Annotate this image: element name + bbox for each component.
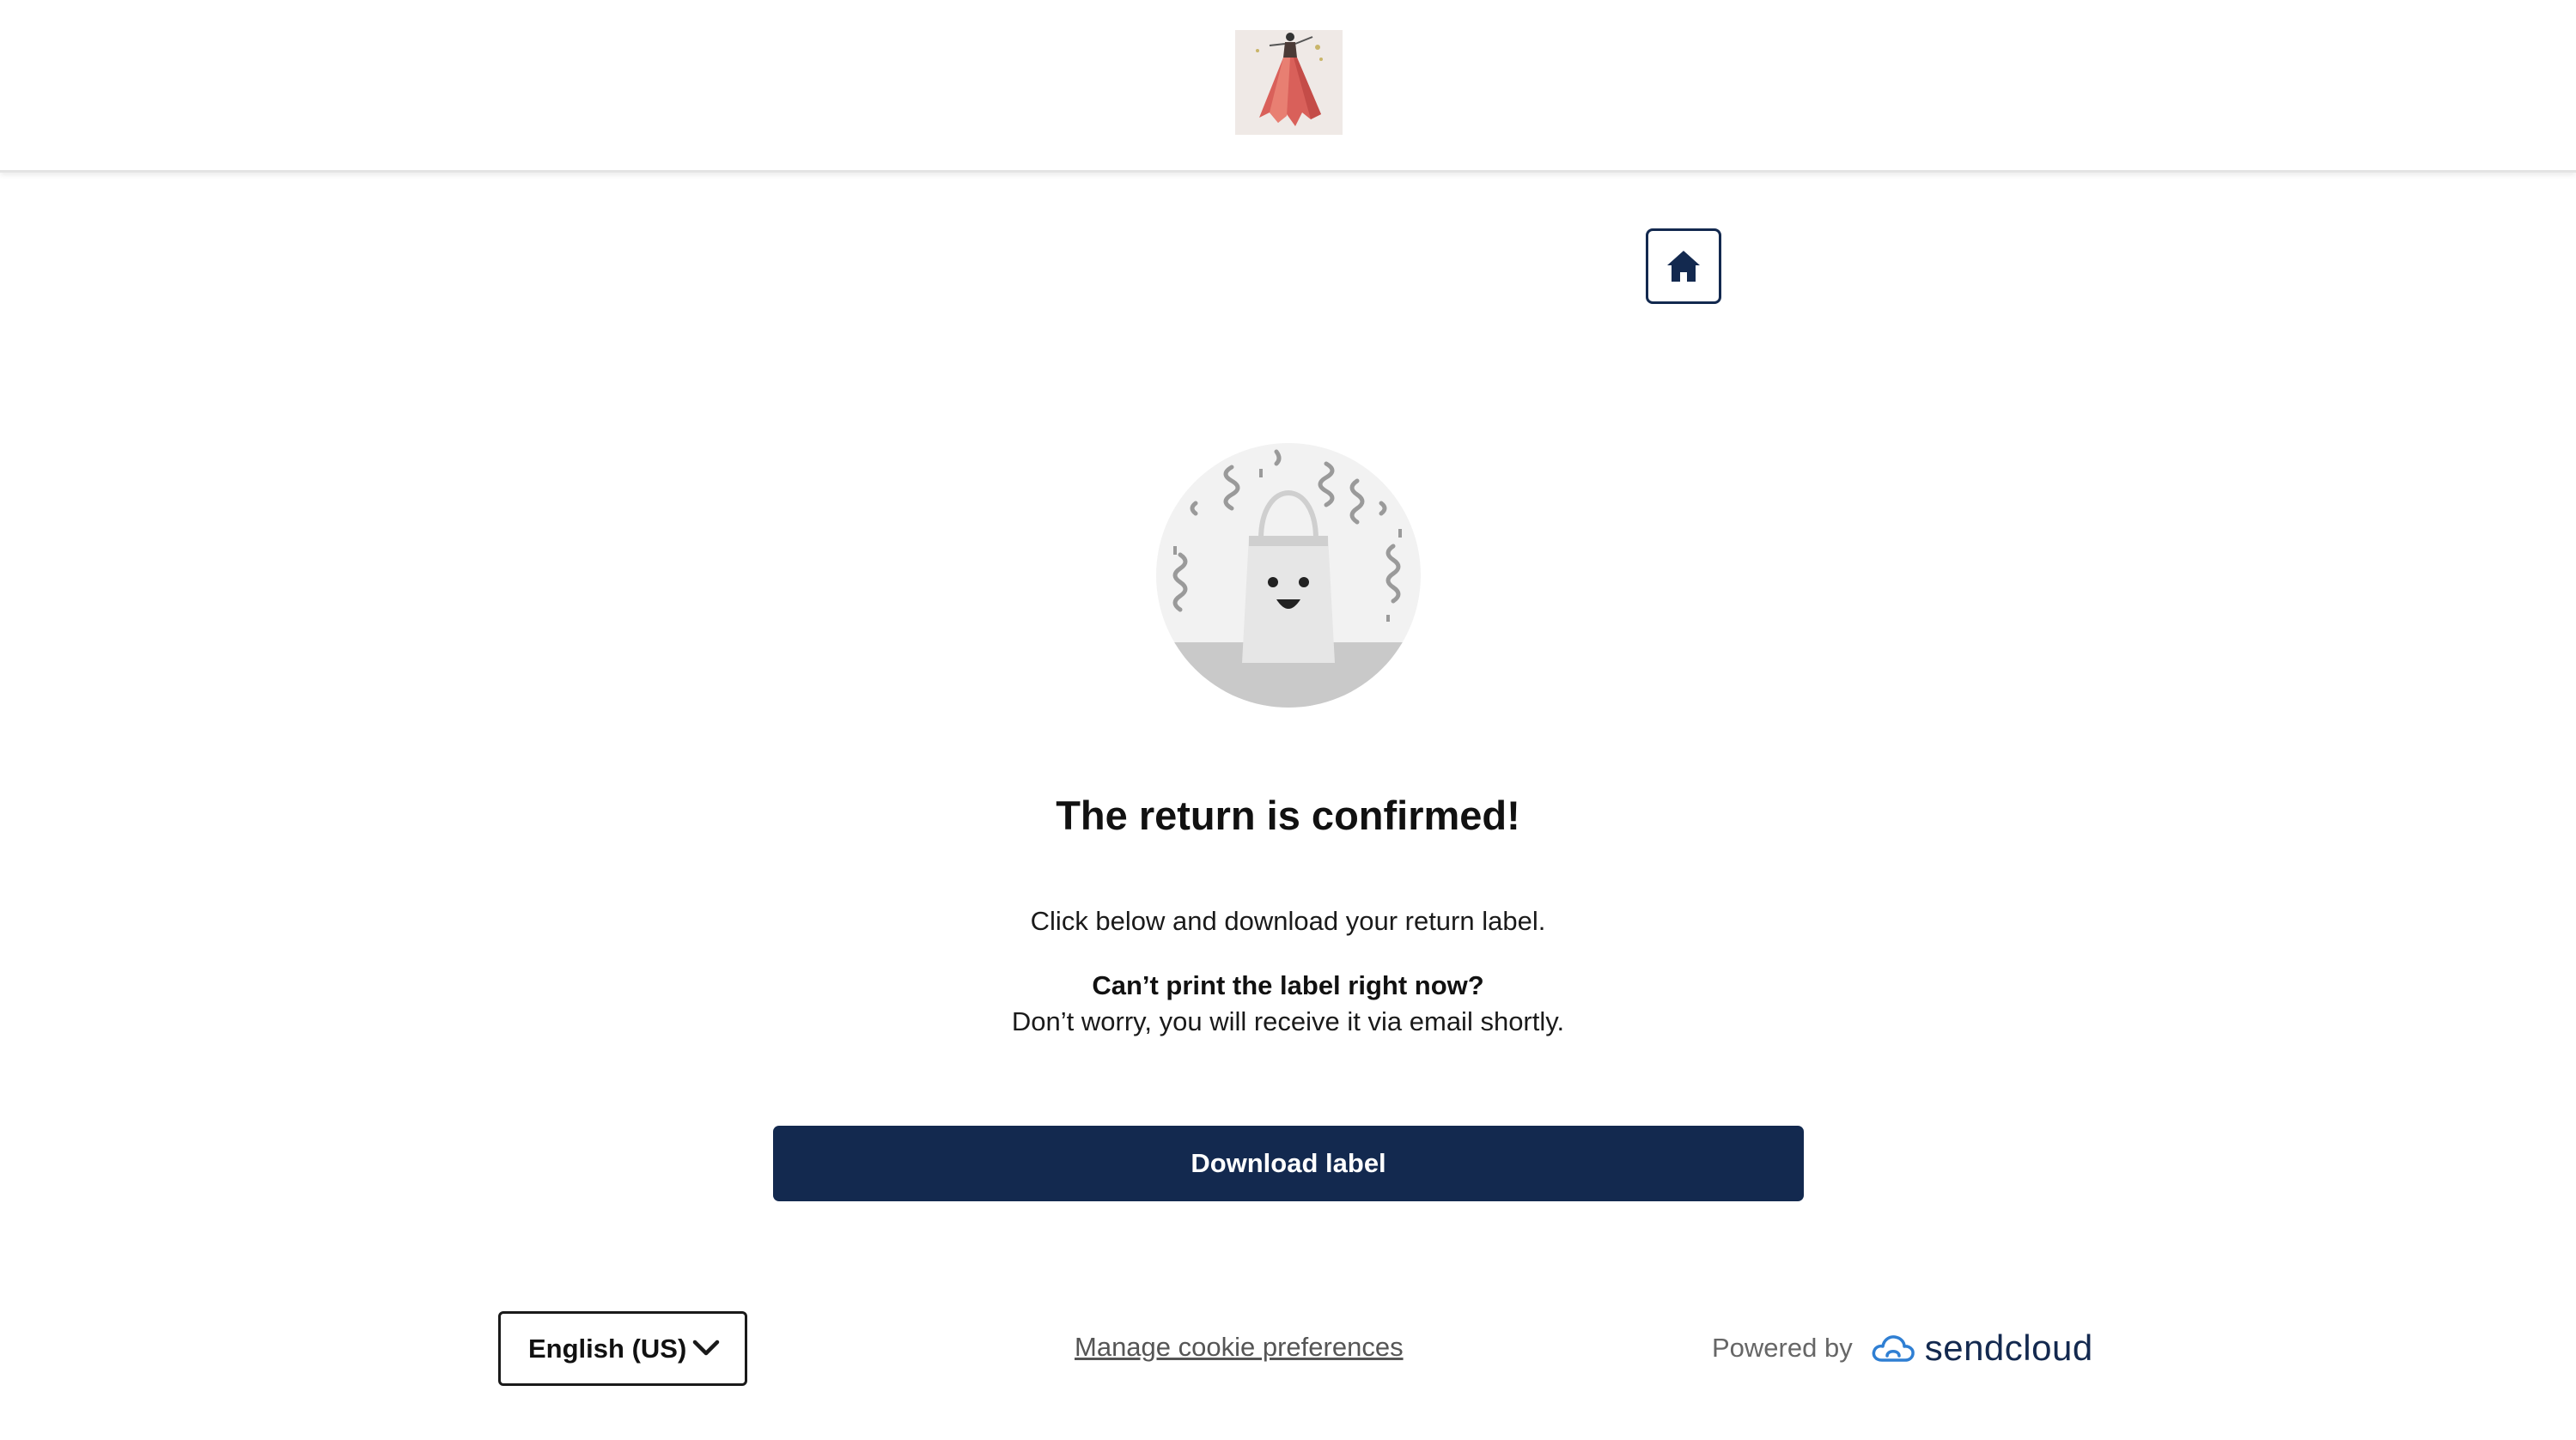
powered-by-label: Powered by xyxy=(1712,1333,1853,1363)
language-select-value: English (US) xyxy=(528,1333,687,1364)
powered-by-sendcloud[interactable]: Powered by sendcloud xyxy=(1712,1328,2093,1369)
sendcloud-cloud-icon xyxy=(1872,1335,1915,1362)
page-header xyxy=(0,0,2576,173)
home-icon xyxy=(1667,251,1700,282)
sendcloud-logo: sendcloud xyxy=(1870,1328,2093,1369)
chevron-down-icon xyxy=(692,1340,720,1356)
store-logo-image xyxy=(1235,30,1343,135)
sendcloud-wordmark: sendcloud xyxy=(1924,1328,2093,1368)
language-select[interactable]: English (US) xyxy=(498,1311,747,1386)
home-button[interactable] xyxy=(1646,228,1721,304)
download-label-button[interactable]: Download label xyxy=(773,1126,1804,1201)
manage-cookie-preferences-link[interactable]: Manage cookie preferences xyxy=(1075,1332,1404,1363)
print-note-title: Can’t print the label right now? xyxy=(1092,970,1484,1000)
happy-shopping-bag-illustration xyxy=(1156,443,1421,708)
print-note-text: Don’t worry, you will receive it via ema… xyxy=(1011,1006,1565,1036)
confirmation-subtitle: Click below and download your return lab… xyxy=(1030,906,1546,936)
store-logo[interactable] xyxy=(1235,30,1343,135)
confirmation-title: The return is confirmed! xyxy=(1056,793,1520,838)
